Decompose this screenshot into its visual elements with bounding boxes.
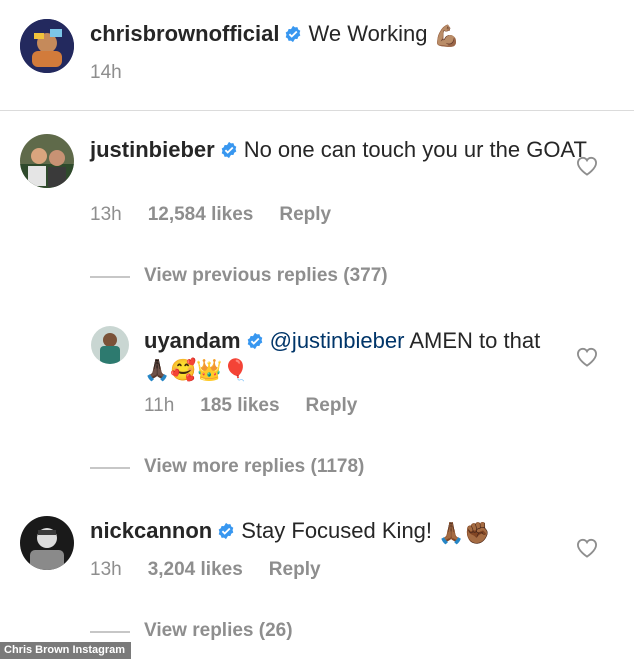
post-divider <box>0 110 634 111</box>
replies-dash <box>90 467 130 469</box>
comment-body: AMEN to that <box>409 328 541 353</box>
verified-badge-icon <box>286 25 301 43</box>
comment-uyandam-text: uyandam @justinbieber AMEN to that 🙏🏿🥰👑🎈 <box>144 327 594 381</box>
comment-nickcannon-text: nickcannon Stay Focused King! 🙏🏾✊🏾 <box>90 517 594 544</box>
comment-username[interactable]: nickcannon <box>90 518 212 543</box>
image-credit: Chris Brown Instagram <box>0 642 132 659</box>
avatar-nickcannon[interactable] <box>20 516 74 570</box>
post-username[interactable]: chrisbrownofficial <box>90 21 279 46</box>
comment-justinbieber-text: justinbieber No one can touch you ur the … <box>90 136 594 163</box>
avatar-chrisbrown[interactable] <box>20 19 74 73</box>
comment-meta: 13h 3,204 likes Reply <box>90 559 347 581</box>
reply-button[interactable]: Reply <box>306 395 358 416</box>
post-caption: We Working <box>308 21 428 46</box>
avatar-justinbieber[interactable] <box>20 134 74 188</box>
reply-button[interactable]: Reply <box>269 559 321 580</box>
heart-icon[interactable] <box>576 538 598 558</box>
comment-time: 13h <box>90 204 122 225</box>
avatar-uyandam[interactable] <box>91 326 129 364</box>
heart-icon[interactable] <box>576 347 598 367</box>
comment-body: Stay Focused King! <box>241 518 433 543</box>
comment-meta: 13h 12,584 likes Reply <box>90 204 357 226</box>
comment-time: 11h <box>144 395 175 416</box>
view-more-replies-link[interactable]: View more replies (1178) <box>144 456 364 478</box>
comment-emoji: 🙏🏿🥰👑🎈 <box>144 359 249 382</box>
replies-dash <box>90 631 130 633</box>
reply-button[interactable]: Reply <box>279 204 331 225</box>
mention-link[interactable]: @justinbieber <box>270 328 405 353</box>
post-time: 14h <box>90 62 122 83</box>
comment-body: No one can touch you ur the GOAT <box>243 137 587 162</box>
likes-count[interactable]: 12,584 likes <box>148 204 254 225</box>
post-caption-line: chrisbrownofficial We Working 💪🏽 <box>90 20 594 47</box>
comment-meta: 11h 185 likes Reply <box>144 395 383 417</box>
comment-username[interactable]: uyandam <box>144 328 241 353</box>
likes-count[interactable]: 185 likes <box>200 395 279 416</box>
verified-badge-icon <box>247 332 262 350</box>
flexed-biceps-emoji: 💪🏽 <box>433 25 460 48</box>
replies-dash <box>90 276 130 278</box>
heart-icon[interactable] <box>576 156 598 176</box>
view-previous-replies-link[interactable]: View previous replies (377) <box>144 265 388 287</box>
verified-badge-icon <box>218 522 234 540</box>
verified-badge-icon <box>221 141 236 159</box>
likes-count[interactable]: 3,204 likes <box>148 559 243 580</box>
view-replies-link[interactable]: View replies (26) <box>144 620 293 642</box>
comment-username[interactable]: justinbieber <box>90 137 215 162</box>
comment-emoji: 🙏🏾✊🏾 <box>438 522 491 545</box>
comment-time: 13h <box>90 559 122 580</box>
